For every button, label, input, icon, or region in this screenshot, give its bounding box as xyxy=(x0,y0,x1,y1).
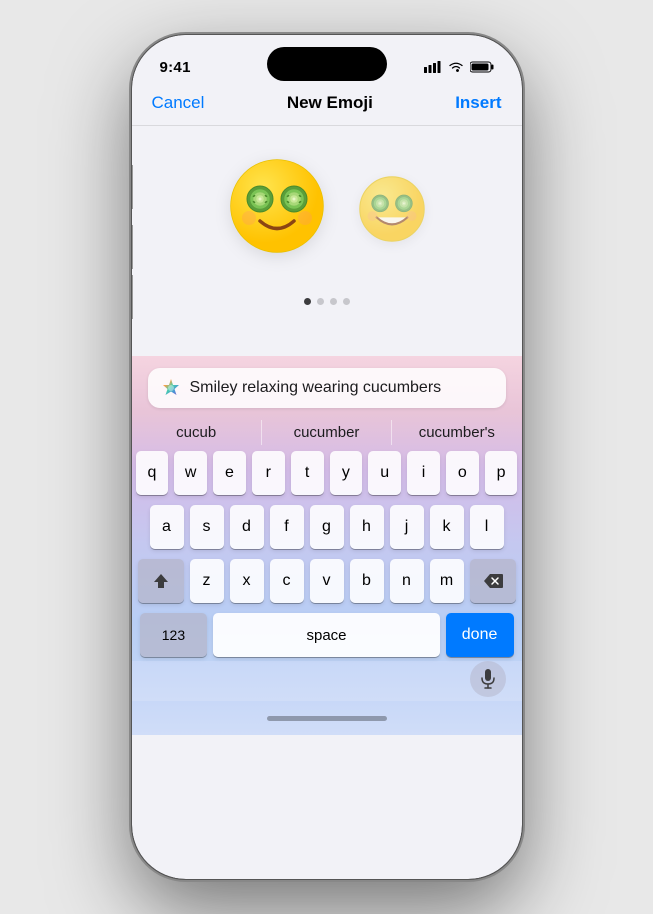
key-j[interactable]: j xyxy=(390,505,424,549)
autocomplete-bar: cucub cucumber cucumber's xyxy=(132,416,522,449)
dynamic-island xyxy=(267,47,387,81)
autocomplete-cucumber[interactable]: cucumber xyxy=(261,420,391,445)
mic-button[interactable] xyxy=(470,661,506,697)
key-m[interactable]: m xyxy=(430,559,464,603)
ai-icon xyxy=(160,377,182,399)
pagination-dots xyxy=(304,298,350,305)
key-y[interactable]: y xyxy=(330,451,363,495)
dot-2 xyxy=(317,298,324,305)
autocomplete-cucub[interactable]: cucub xyxy=(132,420,261,445)
insert-button[interactable]: Insert xyxy=(455,93,501,113)
numbers-key[interactable]: 123 xyxy=(140,613,208,657)
mic-icon xyxy=(481,669,495,689)
search-input-wrapper[interactable]: Smiley relaxing wearing cucumbers xyxy=(148,368,506,408)
key-s[interactable]: s xyxy=(190,505,224,549)
status-bar: 9:41 xyxy=(132,35,522,85)
key-d[interactable]: d xyxy=(230,505,264,549)
key-q[interactable]: q xyxy=(136,451,169,495)
key-f[interactable]: f xyxy=(270,505,304,549)
key-o[interactable]: o xyxy=(446,451,479,495)
nav-bar: Cancel New Emoji Insert xyxy=(132,85,522,126)
mic-row xyxy=(132,661,522,701)
keyboard-section: Smiley relaxing wearing cucumbers cucub … xyxy=(132,356,522,735)
wifi-icon xyxy=(448,61,464,73)
shift-icon xyxy=(152,572,170,590)
key-h[interactable]: h xyxy=(350,505,384,549)
key-a[interactable]: a xyxy=(150,505,184,549)
page-title: New Emoji xyxy=(287,93,373,113)
key-n[interactable]: n xyxy=(390,559,424,603)
key-i[interactable]: i xyxy=(407,451,440,495)
key-z[interactable]: z xyxy=(190,559,224,603)
done-key[interactable]: done xyxy=(446,613,514,657)
key-k[interactable]: k xyxy=(430,505,464,549)
key-t[interactable]: t xyxy=(291,451,324,495)
phone-frame: 9:41 xyxy=(132,35,522,879)
cancel-button[interactable]: Cancel xyxy=(152,93,205,113)
space-key[interactable]: space xyxy=(213,613,439,657)
key-c[interactable]: c xyxy=(270,559,304,603)
keyboard: q w e r t y u i o p a s d f g xyxy=(132,449,522,657)
emoji-row xyxy=(227,156,427,272)
key-row-bottom: 123 space done xyxy=(136,613,518,657)
emoji-area xyxy=(132,126,522,356)
delete-icon xyxy=(483,574,503,588)
signal-icon xyxy=(424,61,442,73)
key-row-2: a s d f g h j k l xyxy=(136,505,518,549)
key-row-3: z x c v b n m xyxy=(136,559,518,603)
key-x[interactable]: x xyxy=(230,559,264,603)
key-row-1: q w e r t y u i o p xyxy=(136,451,518,495)
secondary-emoji[interactable] xyxy=(357,174,427,255)
key-e[interactable]: e xyxy=(213,451,246,495)
key-p[interactable]: p xyxy=(485,451,518,495)
dot-4 xyxy=(343,298,350,305)
autocomplete-cucumbers[interactable]: cucumber's xyxy=(391,420,521,445)
phone-screen: 9:41 xyxy=(132,35,522,879)
key-w[interactable]: w xyxy=(174,451,207,495)
shift-key[interactable] xyxy=(138,559,184,603)
dot-1 xyxy=(304,298,311,305)
key-g[interactable]: g xyxy=(310,505,344,549)
search-container: Smiley relaxing wearing cucumbers xyxy=(132,356,522,416)
status-icons xyxy=(424,61,494,73)
key-r[interactable]: r xyxy=(252,451,285,495)
key-b[interactable]: b xyxy=(350,559,384,603)
search-text: Smiley relaxing wearing cucumbers xyxy=(190,379,494,397)
battery-icon xyxy=(470,61,494,73)
status-time: 9:41 xyxy=(160,59,191,76)
home-bar xyxy=(267,716,387,721)
primary-emoji[interactable] xyxy=(227,156,327,272)
key-v[interactable]: v xyxy=(310,559,344,603)
key-u[interactable]: u xyxy=(368,451,401,495)
dot-3 xyxy=(330,298,337,305)
delete-key[interactable] xyxy=(470,559,516,603)
home-indicator xyxy=(132,701,522,735)
key-l[interactable]: l xyxy=(470,505,504,549)
